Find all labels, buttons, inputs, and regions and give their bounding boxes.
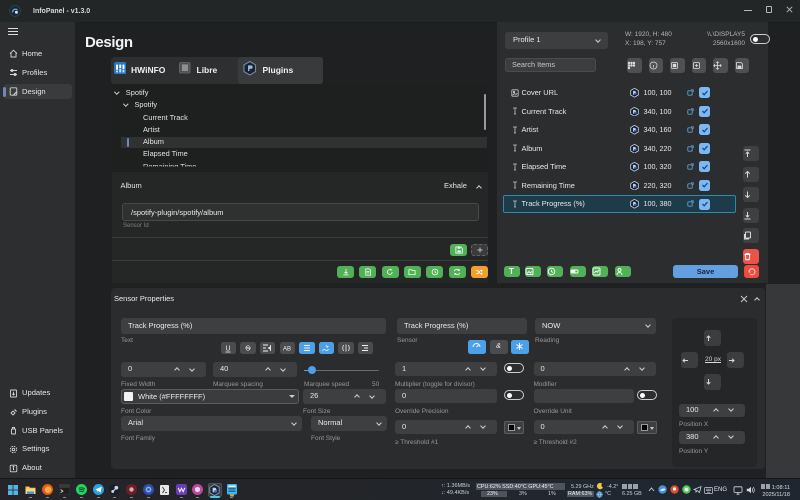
svg-text:U: U — [226, 346, 231, 353]
svg-text:AB: AB — [283, 347, 291, 353]
svg-text:S: S — [245, 346, 250, 353]
